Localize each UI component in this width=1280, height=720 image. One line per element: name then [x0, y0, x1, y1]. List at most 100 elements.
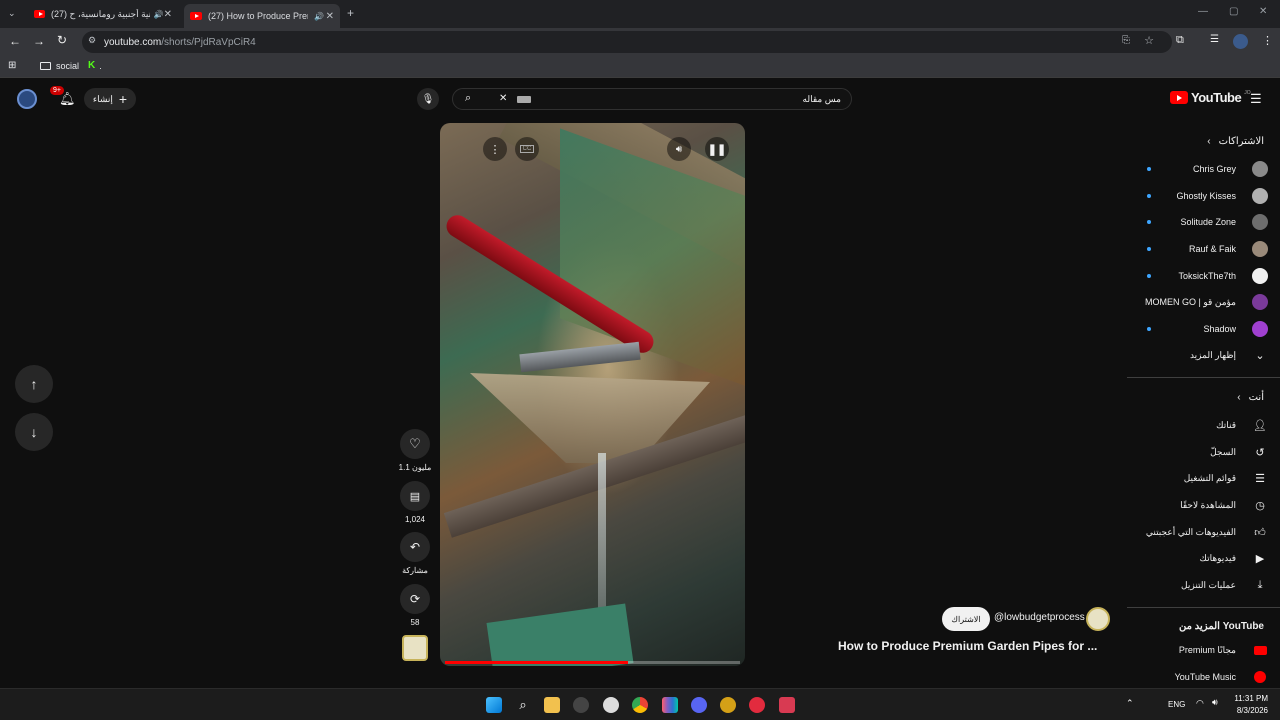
- apps-grid-icon[interactable]: ⊞: [8, 60, 16, 71]
- sidebar-item-history[interactable]: السجلّ ↺: [1210, 442, 1268, 462]
- new-tab-button[interactable]: +: [347, 6, 354, 20]
- tab-1-close-icon[interactable]: ✕: [164, 9, 172, 20]
- subscription-label: ToksickThe7th: [1178, 271, 1236, 281]
- plus-icon: +: [118, 91, 128, 107]
- channel-avatar-small: [1252, 294, 1268, 310]
- sidebar-item-watch-later[interactable]: المشاهدة لاحقًا ◷: [1180, 495, 1268, 515]
- sidebar-item-playlists[interactable]: قوائم التشغيل ☰: [1184, 468, 1268, 488]
- share-button[interactable]: ↶: [400, 532, 430, 562]
- tab-2[interactable]: (27) How to Produce Premiu 🔊 ✕: [184, 4, 340, 28]
- back-button[interactable]: ←: [9, 34, 21, 48]
- app-icon[interactable]: [662, 697, 678, 713]
- file-explorer-icon[interactable]: [544, 697, 560, 713]
- more-options-button[interactable]: ⋮: [483, 137, 507, 161]
- comments-button[interactable]: ▤: [400, 481, 430, 511]
- pause-button[interactable]: ❚❚: [705, 137, 729, 161]
- subscription-label: Ghostly Kisses: [1176, 191, 1236, 201]
- address-bar[interactable]: ⚙ youtube.com/shorts/PjdRaVpCiR4 ⎘ ☆: [82, 31, 1172, 53]
- guide-menu-icon[interactable]: ☰: [1250, 91, 1262, 107]
- search-icon[interactable]: ⌕: [515, 697, 531, 713]
- app-icon[interactable]: [720, 697, 736, 713]
- tab-1[interactable]: (27) أغنية أجنبية رومانسية، ح 🔊 ✕: [28, 4, 178, 24]
- channel-avatar[interactable]: [1086, 607, 1110, 631]
- clear-search-icon[interactable]: ✕: [499, 93, 507, 104]
- subscriptions-header[interactable]: ‹ الاشتراكات: [1207, 136, 1264, 147]
- search-input[interactable]: مس مقاله: [803, 94, 841, 105]
- sound-thumbnail[interactable]: [402, 635, 428, 661]
- wifi-icon[interactable]: ◠: [1196, 698, 1204, 709]
- next-short-button[interactable]: ↓: [15, 413, 53, 451]
- bookmarks-bar: ⊞ social K .: [0, 56, 1280, 78]
- notification-badge: 9+: [50, 86, 64, 95]
- browser-menu-icon[interactable]: ⋮: [1262, 34, 1273, 47]
- sidebar-item-premium[interactable]: Premium مجانًا: [1179, 640, 1268, 660]
- download-icon: ⤓: [1257, 578, 1263, 591]
- sidebar-subscription-shadow[interactable]: Shadow: [1203, 319, 1268, 339]
- clock-date: 8/3/2026: [1236, 706, 1268, 715]
- bookmark-social[interactable]: social: [40, 61, 79, 71]
- youtube-logo-text: YouTube: [1191, 90, 1242, 105]
- keyboard-icon[interactable]: [517, 96, 531, 103]
- bookmark-kick[interactable]: K .: [88, 60, 102, 71]
- bookmark-star-icon[interactable]: ☆: [1144, 34, 1154, 47]
- sidebar-item-liked-videos[interactable]: الفيديوهات التي أعجبتني 👍︎: [1146, 522, 1268, 542]
- sidebar-item-downloads[interactable]: عمليات التنزيل ⤓: [1181, 575, 1268, 595]
- minimize-button[interactable]: —: [1198, 6, 1208, 17]
- site-info-icon[interactable]: ⚙: [88, 35, 96, 46]
- account-avatar[interactable]: [17, 89, 37, 109]
- sidebar-subscription-chris-grey[interactable]: Chris Grey: [1193, 159, 1268, 179]
- sidebar-item-your-channel[interactable]: قناتك 👤︎: [1216, 415, 1268, 435]
- short-title[interactable]: How to Produce Premium Garden Pipes for …: [838, 639, 1097, 653]
- app-icon[interactable]: [603, 697, 619, 713]
- mute-button[interactable]: 🔊︎: [667, 137, 691, 161]
- sidebar-subscription-toksick[interactable]: ToksickThe7th: [1178, 266, 1268, 286]
- volume-icon[interactable]: 🔊︎: [1212, 697, 1218, 708]
- show-more-button[interactable]: إظهار المزيد ⌄: [1190, 345, 1268, 365]
- watch-later-icon: ◷: [1255, 499, 1265, 512]
- sidebar-item-youtube-music[interactable]: YouTube Music: [1175, 667, 1268, 687]
- discord-icon[interactable]: [691, 697, 707, 713]
- channel-name[interactable]: @lowbudgetprocess: [994, 612, 1085, 623]
- tray-overflow-icon[interactable]: ⌃: [1126, 698, 1134, 709]
- sidebar-subscription-rauf-faik[interactable]: Rauf & Faik: [1189, 239, 1268, 259]
- sidebar-item-your-videos[interactable]: فيديوهاتك ▶: [1200, 548, 1268, 568]
- search-icon[interactable]: ⌕: [465, 92, 471, 105]
- remix-button[interactable]: ⟳: [400, 584, 430, 614]
- extensions-icon[interactable]: ⧉: [1176, 34, 1184, 47]
- install-app-icon[interactable]: ⎘: [1122, 35, 1130, 46]
- system-clock[interactable]: 11:31 PM 8/3/2026: [1234, 693, 1268, 717]
- video-frame-bottom: [486, 603, 634, 666]
- language-indicator[interactable]: ENG: [1168, 700, 1185, 709]
- sidebar-subscription-solitude-zone[interactable]: Solitude Zone: [1180, 212, 1268, 232]
- tab-search-icon[interactable]: ⌄: [8, 8, 16, 19]
- youtube-favicon-icon: [34, 10, 45, 18]
- previous-short-button[interactable]: ↑: [15, 365, 53, 403]
- search-bar[interactable]: ⌕ ✕ مس مقاله: [452, 88, 852, 110]
- like-action: ♡ 1.1 مليون: [398, 429, 432, 472]
- media-control-icon[interactable]: ☰: [1210, 34, 1219, 45]
- start-icon[interactable]: [486, 697, 502, 713]
- profile-avatar[interactable]: [1233, 34, 1248, 49]
- like-button[interactable]: ♡: [400, 429, 430, 459]
- subscribe-button[interactable]: الاشتراك: [942, 607, 990, 631]
- notifications-button[interactable]: 🔔︎ 9+: [50, 86, 76, 110]
- chrome-icon[interactable]: [632, 697, 648, 713]
- captions-button[interactable]: CC: [515, 137, 539, 161]
- you-header[interactable]: ‹ أنت: [1237, 392, 1264, 403]
- maximize-button[interactable]: ▢: [1229, 6, 1238, 17]
- create-button[interactable]: إنشاء +: [84, 88, 136, 110]
- sidebar-item-label: فيديوهاتك: [1199, 552, 1236, 563]
- close-window-button[interactable]: ✕: [1259, 6, 1267, 17]
- sidebar-subscription-momen-go[interactable]: MOMEN GO | مؤمن قو: [1145, 292, 1268, 312]
- short-video-player[interactable]: ⋮ CC 🔊︎ ❚❚: [440, 123, 745, 666]
- sidebar-subscription-ghostly-kisses[interactable]: Ghostly Kisses: [1176, 186, 1268, 206]
- app-icon[interactable]: [573, 697, 589, 713]
- app-icon[interactable]: [779, 697, 795, 713]
- reload-button[interactable]: ↻: [57, 33, 67, 47]
- voice-search-button[interactable]: 🎙︎: [417, 88, 439, 110]
- app-icon[interactable]: [749, 697, 765, 713]
- tab-2-close-icon[interactable]: ✕: [326, 11, 334, 22]
- video-progress-bar[interactable]: [445, 661, 740, 664]
- youtube-logo[interactable]: YouTube JO: [1170, 90, 1251, 105]
- forward-button[interactable]: →: [33, 34, 45, 48]
